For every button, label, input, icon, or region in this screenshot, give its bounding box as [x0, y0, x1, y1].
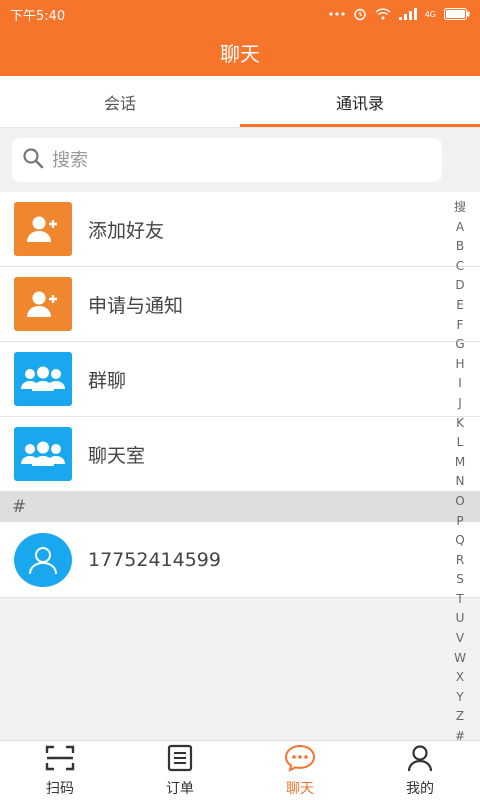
user-avatar-icon: [14, 532, 72, 587]
index-letter[interactable]: V: [456, 629, 464, 649]
index-letter[interactable]: F: [457, 316, 464, 336]
profile-icon: [406, 744, 434, 778]
group-icon: [14, 427, 72, 481]
contact-menu-list: 添加好友 申请与通知 群聊 聊天室: [0, 192, 480, 492]
nav-profile[interactable]: 我的: [360, 741, 480, 800]
index-letter[interactable]: K: [456, 414, 464, 434]
index-letter[interactable]: D: [455, 276, 464, 296]
menu-item-label: 添加好友: [88, 219, 165, 242]
menu-item-add-friend[interactable]: 添加好友: [0, 192, 480, 267]
nav-label: 我的: [406, 780, 434, 797]
index-letter[interactable]: H: [455, 355, 464, 375]
index-letter[interactable]: S: [456, 570, 464, 590]
nav-chat[interactable]: 聊天: [240, 741, 360, 800]
menu-item-chat-room[interactable]: 聊天室: [0, 417, 480, 492]
add-user-icon: [14, 202, 72, 256]
nav-label: 聊天: [286, 780, 314, 797]
battery-icon: [444, 8, 470, 20]
index-letter[interactable]: P: [456, 512, 463, 532]
index-letter[interactable]: Z: [456, 707, 464, 727]
alphabet-index[interactable]: 搜 A B C D E F G H I J K L M N O P Q R S T U V W X Y Z #: [450, 198, 470, 747]
index-letter[interactable]: A: [456, 218, 464, 238]
index-letter[interactable]: L: [457, 433, 464, 453]
index-letter[interactable]: I: [458, 374, 462, 394]
chat-icon: [284, 744, 316, 778]
index-letter[interactable]: W: [454, 649, 466, 669]
index-letter[interactable]: X: [456, 668, 464, 688]
menu-item-requests[interactable]: 申请与通知: [0, 267, 480, 342]
index-letter[interactable]: O: [455, 492, 464, 512]
status-bar: 下午5:40 4G: [0, 0, 480, 28]
status-time: 下午5:40: [10, 8, 66, 24]
search-box[interactable]: [12, 138, 442, 182]
index-letter[interactable]: U: [456, 609, 465, 629]
nav-scan[interactable]: 扫码: [0, 741, 120, 800]
search-area: [0, 128, 480, 192]
more-dots-icon: [329, 12, 345, 16]
order-icon: [166, 744, 194, 778]
menu-item-label: 申请与通知: [88, 294, 184, 317]
search-input[interactable]: [52, 149, 412, 171]
index-letter[interactable]: Q: [455, 531, 464, 551]
index-letter[interactable]: 搜: [454, 198, 466, 218]
index-letter[interactable]: Y: [456, 688, 463, 708]
alarm-icon: [353, 7, 367, 21]
index-letter[interactable]: R: [456, 551, 464, 571]
page-title: 聊天: [220, 41, 260, 66]
signal-icon: [398, 8, 417, 20]
network-label: 4G: [424, 9, 436, 19]
index-letter[interactable]: G: [455, 335, 464, 355]
tab-sessions[interactable]: 会话: [0, 76, 240, 127]
section-header: #: [0, 492, 480, 522]
index-letter[interactable]: E: [456, 296, 464, 316]
status-icons: 4G: [329, 7, 470, 21]
index-letter[interactable]: N: [456, 472, 465, 492]
index-letter[interactable]: T: [456, 590, 463, 610]
search-icon: [22, 147, 44, 173]
scan-icon: [45, 744, 75, 778]
index-letter[interactable]: M: [455, 453, 465, 473]
menu-item-label: 群聊: [88, 369, 127, 392]
group-icon: [14, 352, 72, 406]
nav-label: 扫码: [46, 780, 74, 797]
bottom-nav: 扫码 订单 聊天 我的: [0, 740, 480, 800]
wifi-icon: [375, 8, 391, 20]
index-letter[interactable]: B: [456, 237, 464, 257]
contact-item[interactable]: 17752414599: [0, 522, 480, 598]
title-bar: 聊天: [0, 28, 480, 76]
menu-item-label: 聊天室: [88, 444, 146, 467]
contact-name: 17752414599: [88, 548, 221, 571]
tab-contacts[interactable]: 通讯录: [240, 76, 480, 127]
index-letter[interactable]: J: [458, 394, 462, 414]
nav-orders[interactable]: 订单: [120, 741, 240, 800]
index-letter[interactable]: C: [456, 257, 464, 277]
menu-item-group-chat[interactable]: 群聊: [0, 342, 480, 417]
tab-bar: 会话 通讯录: [0, 76, 480, 128]
add-user-icon: [14, 277, 72, 331]
nav-label: 订单: [166, 780, 194, 797]
